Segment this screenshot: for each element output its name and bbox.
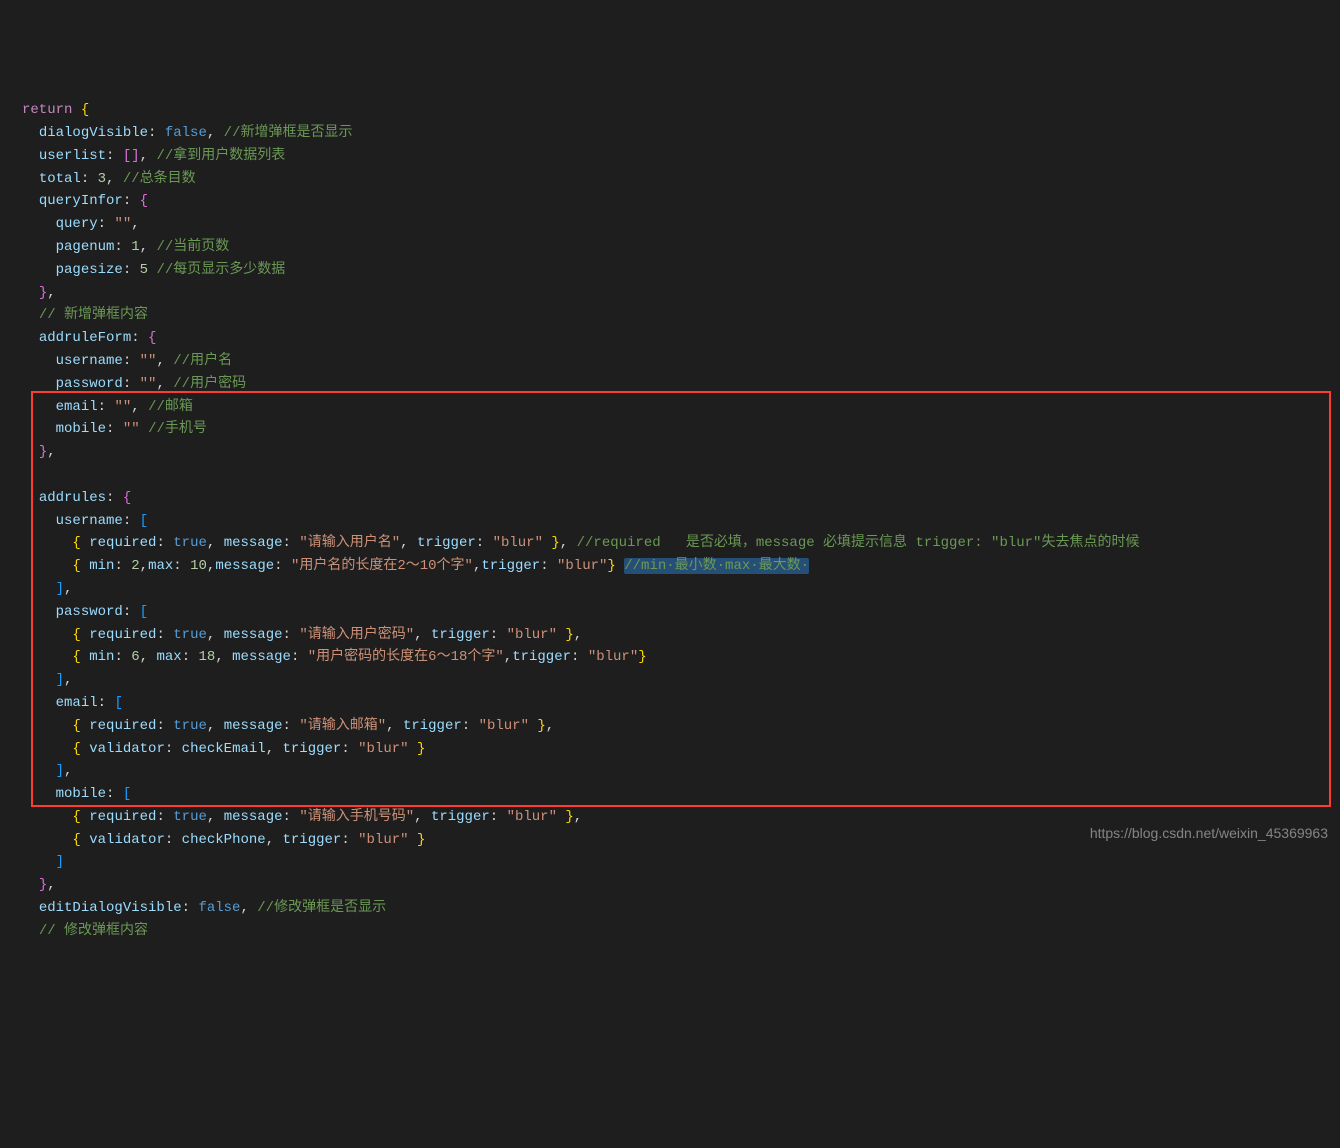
code-line: username: "", //用户名	[22, 350, 1340, 373]
code-line: { required: true, message: "请输入邮箱", trig…	[22, 715, 1340, 738]
code-line: pagesize: 5 //每页显示多少数据	[22, 259, 1340, 282]
code-line: ]	[22, 851, 1340, 874]
code-line: { required: true, message: "请输入用户名", tri…	[22, 532, 1340, 555]
code-line: total: 3, //总条目数	[22, 168, 1340, 191]
code-line: return {	[22, 99, 1340, 122]
code-line: query: "",	[22, 213, 1340, 236]
code-line: },	[22, 282, 1340, 305]
code-line: { min: 6, max: 18, message: "用户密码的长度在6～1…	[22, 646, 1340, 669]
code-line	[22, 464, 1340, 487]
code-line: },	[22, 441, 1340, 464]
code-line: mobile: [	[22, 783, 1340, 806]
code-line: ],	[22, 760, 1340, 783]
code-line: username: [	[22, 510, 1340, 533]
selection: //min·最小数·max·最大数·	[624, 558, 809, 574]
code-line: // 新增弹框内容	[22, 304, 1340, 327]
code-editor[interactable]: return { dialogVisible: false, //新增弹框是否显…	[22, 99, 1340, 942]
code-line: email: "", //邮箱	[22, 396, 1340, 419]
watermark: https://blog.csdn.net/weixin_45369963	[1090, 822, 1328, 845]
code-line: { required: true, message: "请输入用户密码", tr…	[22, 624, 1340, 647]
code-line: dialogVisible: false, //新增弹框是否显示	[22, 122, 1340, 145]
code-line: { validator: checkEmail, trigger: "blur"…	[22, 738, 1340, 761]
code-line: queryInfor: {	[22, 190, 1340, 213]
code-line: addruleForm: {	[22, 327, 1340, 350]
code-line: { min: 2,max: 10,message: "用户名的长度在2～10个字…	[22, 555, 1340, 578]
code-line: userlist: [], //拿到用户数据列表	[22, 145, 1340, 168]
code-line: mobile: "" //手机号	[22, 418, 1340, 441]
code-line: addrules: {	[22, 487, 1340, 510]
code-line: email: [	[22, 692, 1340, 715]
code-line: ],	[22, 578, 1340, 601]
code-line: editDialogVisible: false, //修改弹框是否显示	[22, 897, 1340, 920]
code-line: // 修改弹框内容	[22, 920, 1340, 943]
code-line: password: "", //用户密码	[22, 373, 1340, 396]
code-line: password: [	[22, 601, 1340, 624]
code-line: pagenum: 1, //当前页数	[22, 236, 1340, 259]
code-line: ],	[22, 669, 1340, 692]
code-line: },	[22, 874, 1340, 897]
